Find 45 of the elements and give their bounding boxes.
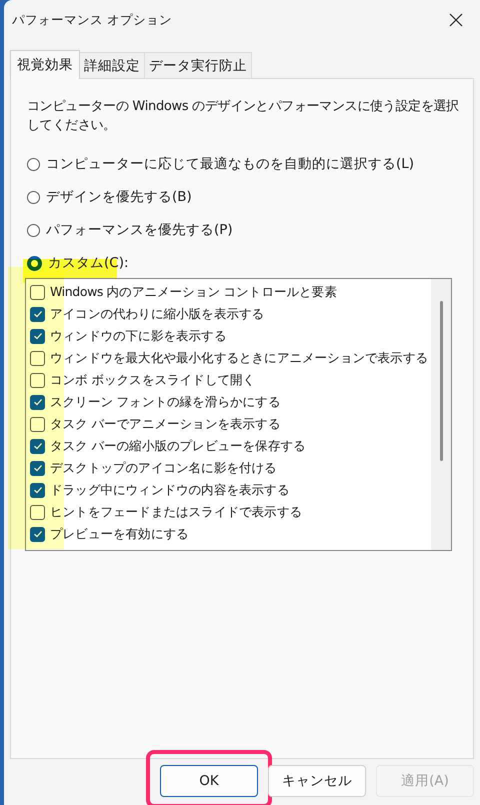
radio-button[interactable] <box>27 158 40 170</box>
check-icon <box>32 463 42 473</box>
checkbox[interactable] <box>30 394 45 410</box>
option-label[interactable]: タスク バーでアニメーションを表示する <box>50 416 280 432</box>
dialog-button[interactable]: キャンセル <box>268 765 366 797</box>
option-label[interactable]: プレビューを有効にする <box>50 526 189 542</box>
tab[interactable]: 視覚効果 <box>10 50 80 79</box>
radio-label[interactable]: パフォーマンスを優先する(P) <box>46 221 233 239</box>
checkbox[interactable] <box>30 416 45 432</box>
close-icon[interactable] <box>448 12 464 28</box>
checkbox[interactable] <box>30 438 45 454</box>
checkbox[interactable] <box>30 328 45 344</box>
tab[interactable]: データ実行防止 <box>144 52 252 78</box>
check-icon <box>32 529 42 539</box>
option-label[interactable]: コンボ ボックスをスライドして開く <box>50 372 256 388</box>
checkbox[interactable] <box>30 482 45 498</box>
checkbox[interactable] <box>30 350 45 366</box>
radio-label[interactable]: デザインを優先する(B) <box>46 188 192 206</box>
option-label[interactable]: ドラッグ中にウィンドウの内容を表示する <box>50 482 290 498</box>
check-icon <box>32 397 42 407</box>
dialog-button[interactable]: OK <box>160 765 258 797</box>
check-icon <box>32 309 42 319</box>
option-label[interactable]: ウィンドウを最大化や最小化するときにアニメーションで表示する <box>50 350 428 366</box>
checkbox[interactable] <box>30 526 45 542</box>
radio-button[interactable] <box>27 190 40 204</box>
radio-button[interactable] <box>27 224 40 236</box>
checkbox[interactable] <box>30 504 45 520</box>
checkbox[interactable] <box>30 460 45 476</box>
option-label[interactable]: アイコンの代わりに縮小版を表示する <box>50 306 264 322</box>
option-label[interactable]: ウィンドウの下に影を表示する <box>50 328 226 344</box>
checkbox[interactable] <box>30 306 45 322</box>
checkbox[interactable] <box>30 372 45 388</box>
check-icon <box>32 485 42 495</box>
option-label[interactable]: スクリーン フォントの縁を滑らかにする <box>50 394 280 410</box>
checkbox[interactable] <box>30 284 45 300</box>
description-text: コンピューターの Windows のデザインとパフォーマンスに使う設定を選択してください。 <box>27 98 459 135</box>
option-label[interactable]: ヒントをフェードまたはスライドで表示する <box>50 504 302 520</box>
check-icon <box>32 441 42 451</box>
check-icon <box>32 331 42 341</box>
option-label[interactable]: Windows 内のアニメーション コントロールと要素 <box>50 284 337 300</box>
scrollbar[interactable] <box>431 279 451 550</box>
window-title: パフォーマンス オプション <box>12 12 172 28</box>
radio-label[interactable]: コンピューターに応じて最適なものを自動的に選択する(L) <box>46 155 414 173</box>
option-label[interactable]: デスクトップのアイコン名に影を付ける <box>50 460 277 476</box>
option-label[interactable]: タスク バーの縮小版のプレビューを保存する <box>50 438 306 454</box>
